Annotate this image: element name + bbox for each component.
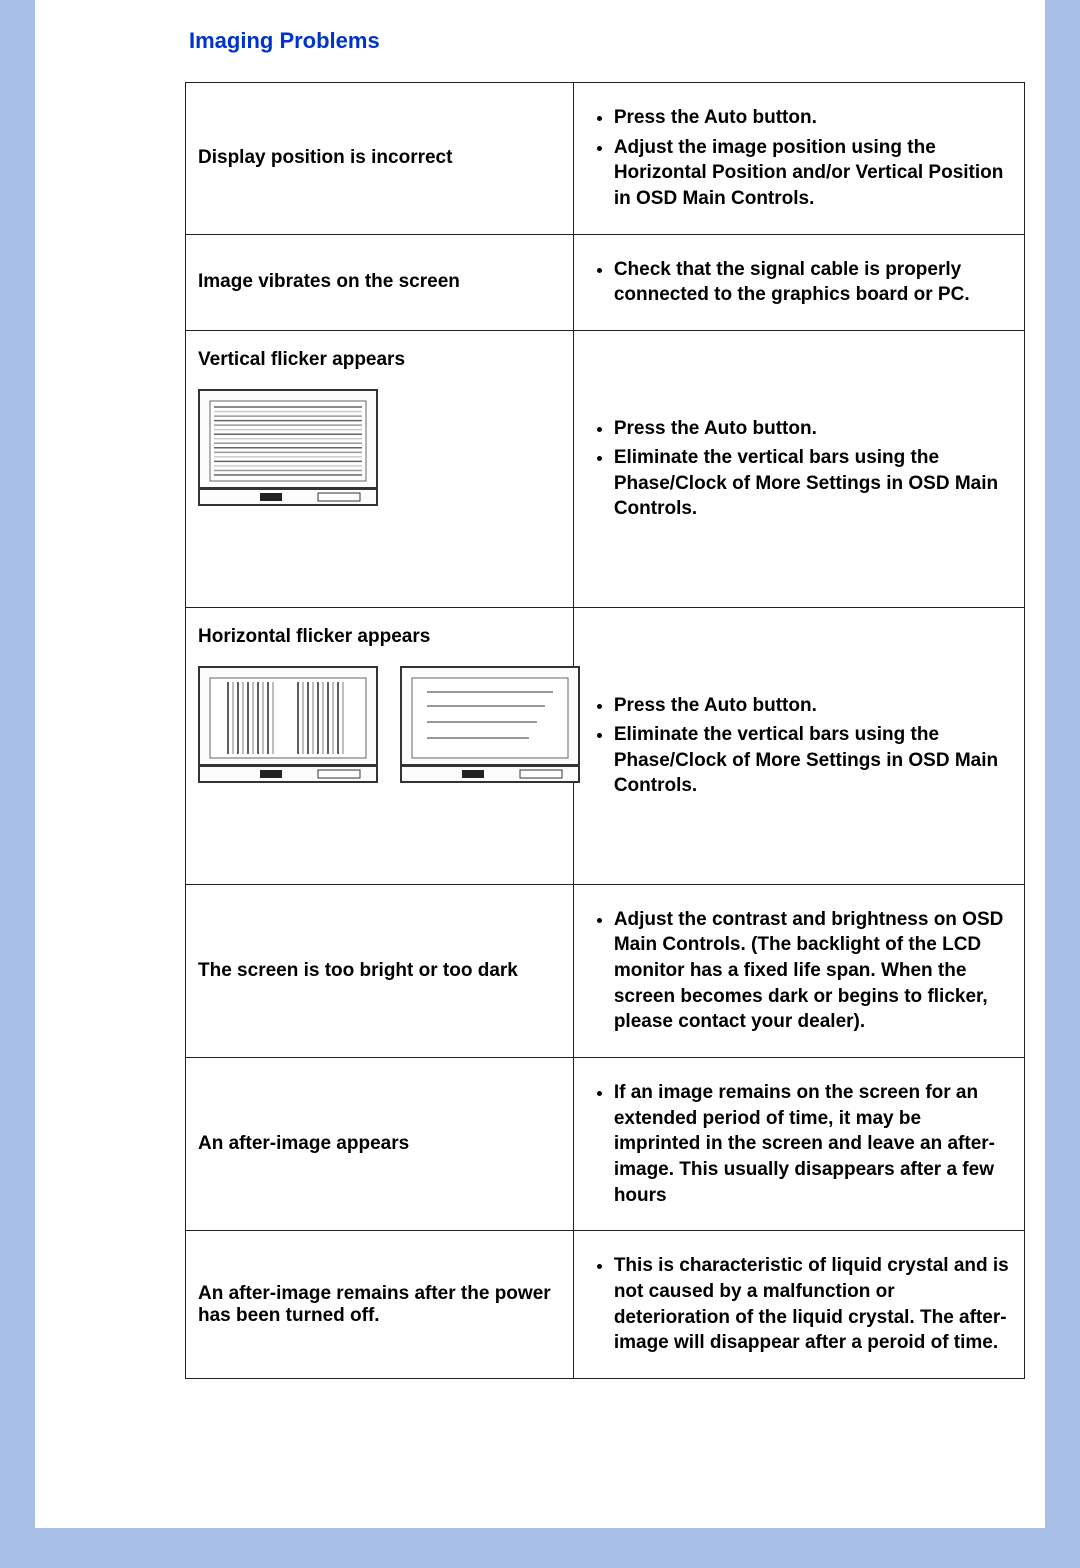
problem-text: Vertical flicker appears: [198, 349, 561, 371]
solution-cell: Check that the signal cable is properly …: [573, 234, 1024, 330]
problem-text: The screen is too bright or too dark: [198, 960, 561, 982]
solution-item: Check that the signal cable is properly …: [614, 257, 1012, 308]
problem-cell: An after-image remains after the power h…: [186, 1231, 574, 1379]
solution-item: Press the Auto button.: [614, 416, 1012, 442]
solution-item: Adjust the contrast and brightness on OS…: [614, 907, 1012, 1035]
problem-cell: Image vibrates on the screen: [186, 234, 574, 330]
solution-list: Press the Auto button. Eliminate the vert…: [586, 693, 1012, 800]
solution-item: This is characteristic of liquid crystal…: [614, 1253, 1012, 1356]
solution-cell: Press the Auto button. Eliminate the vert…: [573, 607, 1024, 884]
troubleshoot-tbody: Display position is incorrect Press the A…: [186, 83, 1025, 1379]
table-row: Image vibrates on the screen Check that t…: [186, 234, 1025, 330]
solution-item: Press the Auto button.: [614, 105, 1012, 131]
problem-text: An after-image appears: [198, 1133, 561, 1155]
solution-item: Eliminate the vertical bars using the Ph…: [614, 445, 1012, 522]
table-row: Horizontal flicker appears Press the Aut…: [186, 607, 1025, 884]
table-row: Display position is incorrect Press the A…: [186, 83, 1025, 235]
problem-cell: An after-image appears: [186, 1058, 574, 1231]
table-row: An after-image appears If an image remain…: [186, 1058, 1025, 1231]
illustration-horizontal-flicker: [198, 666, 561, 786]
page-frame: Imaging Problems Display position is inc…: [0, 0, 1080, 1568]
monitor-hlines-icon: [198, 389, 378, 509]
solution-item: Eliminate the vertical bars using the Ph…: [614, 722, 1012, 799]
content-inner: Imaging Problems Display position is inc…: [185, 0, 1025, 1419]
table-row: The screen is too bright or too dark Adju…: [186, 884, 1025, 1057]
problem-cell: Display position is incorrect: [186, 83, 574, 235]
solution-item: Adjust the image position using the Hori…: [614, 135, 1012, 212]
monitor-sparse-icon: [400, 666, 580, 786]
solution-cell: This is characteristic of liquid crystal…: [573, 1231, 1024, 1379]
problem-cell: Horizontal flicker appears: [186, 607, 574, 884]
solution-list: Press the Auto button. Adjust the image p…: [586, 105, 1012, 212]
solution-list: Press the Auto button. Eliminate the vert…: [586, 416, 1012, 523]
problem-cell: Vertical flicker appears: [186, 330, 574, 607]
problem-cell: The screen is too bright or too dark: [186, 884, 574, 1057]
solution-cell: Adjust the contrast and brightness on OS…: [573, 884, 1024, 1057]
problem-text: Display position is incorrect: [198, 147, 561, 169]
table-row: Vertical flicker appears Press the Auto …: [186, 330, 1025, 607]
solution-cell: Press the Auto button. Adjust the image p…: [573, 83, 1024, 235]
solution-list: This is characteristic of liquid crystal…: [586, 1253, 1012, 1356]
table-row: An after-image remains after the power h…: [186, 1231, 1025, 1379]
solution-item: If an image remains on the screen for an…: [614, 1080, 1012, 1208]
solution-list: Adjust the contrast and brightness on OS…: [586, 907, 1012, 1035]
solution-cell: Press the Auto button. Eliminate the vert…: [573, 330, 1024, 607]
section-heading: Imaging Problems: [189, 28, 1025, 54]
monitor-vbars-icon: [198, 666, 378, 786]
problem-text: Horizontal flicker appears: [198, 626, 561, 648]
solution-list: Check that the signal cable is properly …: [586, 257, 1012, 308]
troubleshoot-table: Display position is incorrect Press the A…: [185, 82, 1025, 1379]
solution-item: Press the Auto button.: [614, 693, 1012, 719]
problem-text: Image vibrates on the screen: [198, 271, 561, 293]
problem-text: An after-image remains after the power h…: [198, 1283, 561, 1327]
solution-list: If an image remains on the screen for an…: [586, 1080, 1012, 1208]
content-panel: Imaging Problems Display position is inc…: [32, 0, 1048, 1528]
solution-cell: If an image remains on the screen for an…: [573, 1058, 1024, 1231]
illustration-vertical-flicker: [198, 389, 561, 509]
